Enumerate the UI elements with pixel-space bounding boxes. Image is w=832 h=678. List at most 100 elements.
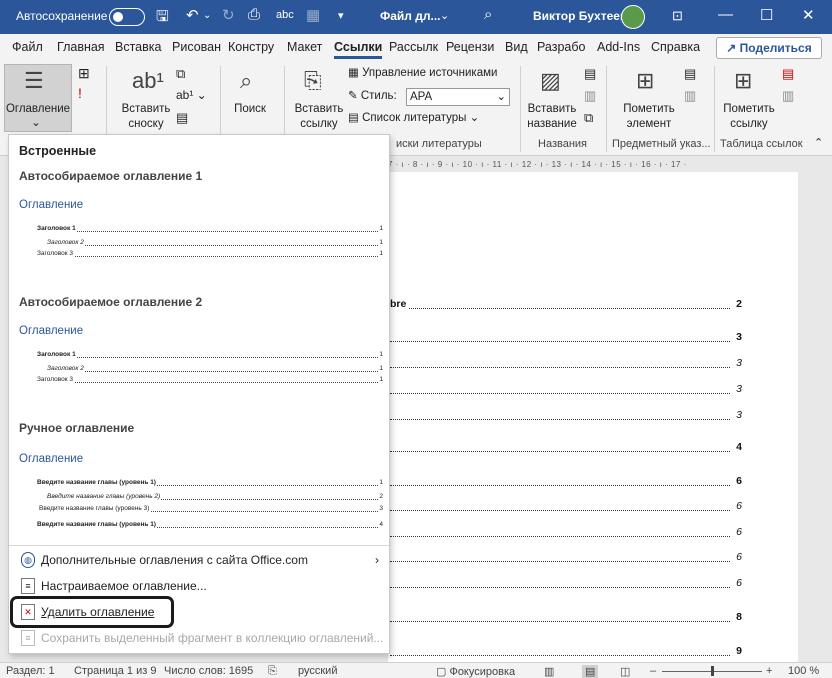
word-count[interactable]: Число слов: 1695 <box>164 665 253 677</box>
tab-home[interactable]: Главная <box>57 40 105 54</box>
toc-entry[interactable]: 3 <box>390 409 742 423</box>
more-toc-office-item[interactable]: ◍ Дополнительные оглавления с сайта Offi… <box>19 549 381 571</box>
toc-entry[interactable]: 6 <box>390 475 742 489</box>
undo-icon[interactable]: ↶ <box>186 6 199 24</box>
endnote-icon[interactable]: ⧉ <box>176 66 185 81</box>
user-name[interactable]: Виктор Бухтеев <box>533 9 627 23</box>
web-layout-icon[interactable]: ◫ <box>620 665 630 678</box>
toc-preview-auto-1[interactable]: Оглавление Заголовок 11 Заголовок 21 Заг… <box>19 199 383 269</box>
mark-citation-label-2[interactable]: ссылку <box>718 117 780 132</box>
save-selection-item[interactable]: ≡ Сохранить выделенный фрагмент в коллек… <box>19 627 383 649</box>
insert-footnote-label-1[interactable]: Вставить <box>118 102 174 117</box>
tab-insert[interactable]: Вставка <box>115 40 161 54</box>
search-icon[interactable]: ⌕ <box>484 6 492 23</box>
toc-entry[interactable]: 3 <box>390 383 742 397</box>
tab-layout[interactable]: Макет <box>287 40 322 54</box>
tab-references[interactable]: Ссылки <box>334 40 383 59</box>
focus-mode-button[interactable]: ▢ Фокусировка <box>436 665 515 678</box>
toc-entry[interactable]: 4 <box>390 441 742 455</box>
manage-sources-button[interactable]: ▦ Управление источниками <box>348 66 497 81</box>
collapse-ribbon-icon[interactable]: ⌃ <box>814 136 823 151</box>
section-title: Ручное оглавление <box>19 421 135 435</box>
tab-file[interactable]: Файл <box>12 40 43 54</box>
share-button[interactable]: ↗ Поделиться <box>716 37 822 59</box>
toc-entry[interactable]: 3 <box>390 357 742 371</box>
toc-entry[interactable]: 6 <box>390 500 742 514</box>
toc-entry-page: 6 <box>736 577 742 589</box>
toc-entry[interactable]: 6 <box>390 526 742 540</box>
cross-reference-icon[interactable]: ⧉ <box>584 110 593 125</box>
add-text-icon[interactable]: ⊞ <box>78 66 90 81</box>
toc-entry[interactable]: 3 <box>390 331 742 345</box>
insert-footnote-label-2[interactable]: сноску <box>118 117 174 132</box>
update-figures-icon[interactable]: ▥ <box>584 88 596 103</box>
mark-entry-label-1[interactable]: Пометить <box>618 102 680 117</box>
autosave-toggle[interactable] <box>109 8 145 26</box>
redo-icon[interactable]: ↻ <box>222 6 235 24</box>
page-indicator[interactable]: Страница 1 из 9 <box>74 665 156 677</box>
proofing-icon[interactable]: ⎘ <box>268 665 277 678</box>
toc-preview-manual[interactable]: Оглавление Введите название главы (урове… <box>19 453 383 535</box>
tab-developer[interactable]: Разрабо <box>537 40 585 54</box>
search-button[interactable]: Поиск <box>228 102 272 117</box>
undo-dropdown-icon[interactable]: ⌄ <box>203 10 211 21</box>
mark-entry-label-2[interactable]: элемент <box>618 117 680 132</box>
horizontal-ruler[interactable]: 7 · ı · 8 · ı · 9 · ı · 10 · ı · 11 · ı … <box>388 160 798 170</box>
minimize-icon[interactable]: — <box>718 6 733 23</box>
maximize-icon[interactable]: ☐ <box>760 6 773 24</box>
custom-toc-item[interactable]: ≡ Настраиваемое оглавление... <box>19 575 381 597</box>
print-layout-icon[interactable]: ▤ <box>582 665 599 678</box>
close-icon[interactable]: ✕ <box>802 6 815 24</box>
footnote-icon: ab¹ <box>132 68 164 93</box>
preview-heading: Оглавление <box>19 453 84 465</box>
insert-caption-label-1[interactable]: Вставить <box>524 102 580 117</box>
tab-view[interactable]: Вид <box>505 40 528 54</box>
tab-mailings[interactable]: Рассылк <box>389 40 438 54</box>
section-indicator[interactable]: Раздел: 1 <box>6 665 55 677</box>
toc-entry[interactable]: 6 <box>390 551 742 565</box>
update-index-icon[interactable]: ▥ <box>684 88 696 103</box>
toc-entry[interactable]: bre 2 <box>390 298 742 312</box>
tab-help[interactable]: Справка <box>651 40 700 54</box>
read-mode-icon[interactable]: ▥ <box>544 665 554 678</box>
bibliography-button[interactable]: ▤ Список литературы ⌄ <box>348 111 479 126</box>
table-of-figures-icon[interactable]: ▤ <box>584 66 596 81</box>
insert-toa-icon[interactable]: ▤ <box>782 66 794 81</box>
toc-entry[interactable]: 6 <box>390 577 742 591</box>
insert-citation-label-2[interactable]: ссылку <box>290 117 348 132</box>
avatar[interactable] <box>621 5 645 29</box>
spelling-icon[interactable]: abc <box>276 9 294 21</box>
print-icon[interactable]: ⎙ <box>248 6 260 23</box>
globe-icon: ◍ <box>21 552 35 568</box>
customize-qat-icon[interactable]: ▾ <box>338 9 344 22</box>
zoom-slider-thumb[interactable] <box>711 666 714 676</box>
zoom-out-icon[interactable]: – <box>650 665 656 677</box>
insert-index-icon[interactable]: ▤ <box>684 66 696 81</box>
toc-entry[interactable]: 8 <box>390 611 742 625</box>
update-toa-icon[interactable]: ▥ <box>782 88 794 103</box>
toc-preview-auto-2[interactable]: Оглавление Заголовок 11 Заголовок 21 Заг… <box>19 325 383 395</box>
zoom-in-icon[interactable]: + <box>766 665 772 677</box>
language-indicator[interactable]: русский <box>298 665 337 677</box>
show-notes-icon[interactable]: ▤ <box>176 110 188 125</box>
update-table-icon[interactable]: ! <box>78 86 82 101</box>
zoom-level[interactable]: 100 % <box>788 665 819 677</box>
save-icon[interactable]: 🖫 <box>156 6 169 31</box>
insert-caption-label-2[interactable]: название <box>524 117 580 132</box>
tab-draw[interactable]: Рисован <box>172 40 221 54</box>
ribbon-display-icon[interactable]: ⊡ <box>672 8 683 24</box>
toc-entry-page: 6 <box>736 475 742 487</box>
dot-leader <box>390 621 730 622</box>
mark-citation-label-1[interactable]: Пометить <box>718 102 780 117</box>
document-title[interactable]: Файл дл... <box>380 9 441 23</box>
title-dropdown-icon[interactable]: ⌄ <box>440 9 449 22</box>
tab-addins[interactable]: Add-Ins <box>597 40 640 54</box>
style-select[interactable]: APA ⌄ <box>406 88 510 106</box>
tab-review[interactable]: Рецензи <box>446 40 494 54</box>
format-icon[interactable]: ▦ <box>306 6 320 24</box>
toc-entry[interactable]: 9 <box>390 645 742 659</box>
insert-citation-label-1[interactable]: Вставить <box>290 102 348 117</box>
next-footnote-icon[interactable]: ab¹ ⌄ <box>176 88 207 103</box>
style-icon: ✎ <box>348 90 361 102</box>
tab-design[interactable]: Констру <box>228 40 274 54</box>
